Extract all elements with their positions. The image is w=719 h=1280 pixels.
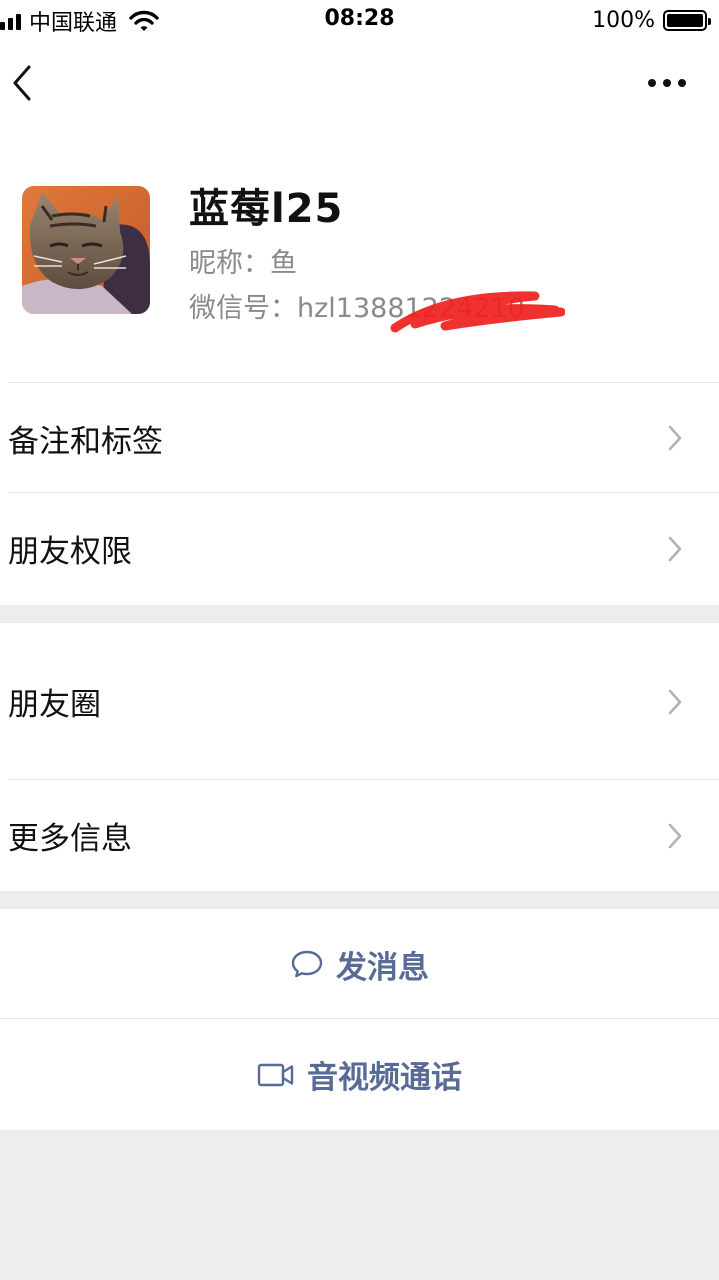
row-remarks-tags[interactable]: 备注和标签: [0, 383, 719, 493]
more-horizontal-icon: [648, 79, 686, 87]
battery-status: 100%: [592, 8, 711, 33]
menu-group-remarks: 备注和标签 朋友权限: [0, 383, 719, 605]
cat-avatar-image: [22, 186, 150, 314]
more-button[interactable]: [645, 68, 689, 98]
chevron-right-icon: [668, 689, 682, 714]
battery-percent: 100%: [592, 8, 655, 33]
row-label-friend-permissions: 朋友权限: [8, 534, 132, 570]
menu-group-moments: 朋友圈 更多信息: [0, 623, 719, 891]
nickname: 昵称：鱼: [189, 248, 297, 279]
avatar[interactable]: [22, 186, 150, 314]
row-moments[interactable]: 朋友圈: [0, 623, 719, 780]
nav-bar: [0, 42, 719, 124]
row-label-more-info: 更多信息: [8, 821, 132, 857]
chevron-right-icon: [668, 536, 682, 561]
row-label-remarks-tags: 备注和标签: [8, 423, 163, 460]
battery-fill: [667, 14, 703, 27]
redaction-scribble: [390, 291, 565, 333]
video-call-button[interactable]: 音视频通话: [0, 1019, 719, 1130]
chat-bubble-icon: [291, 950, 323, 978]
video-call-content: 音视频通话: [257, 1052, 462, 1097]
send-message-content: 发消息: [290, 942, 429, 987]
chevron-left-icon: [13, 65, 31, 101]
row-friend-permissions[interactable]: 朋友权限: [0, 493, 719, 604]
send-message-button[interactable]: 发消息: [0, 909, 719, 1019]
video-camera-icon: [257, 1063, 294, 1086]
row-label-moments: 朋友圈: [8, 687, 101, 723]
chevron-right-icon: [668, 425, 682, 451]
profile-header: 蓝莓l25 昵称：鱼 微信号：hzl13881224210: [0, 124, 719, 383]
back-button[interactable]: [4, 60, 40, 106]
status-bar: 中国联通 08:28 100%: [0, 0, 719, 42]
chevron-right-icon: [668, 823, 682, 848]
battery-icon: [663, 10, 711, 31]
send-message-label: 发消息: [336, 949, 429, 986]
display-name: 蓝莓l25: [189, 186, 344, 232]
row-more-info[interactable]: 更多信息: [0, 780, 719, 891]
video-call-label: 音视频通话: [307, 1060, 462, 1096]
action-group: 发消息 音视频通话: [0, 909, 719, 1130]
